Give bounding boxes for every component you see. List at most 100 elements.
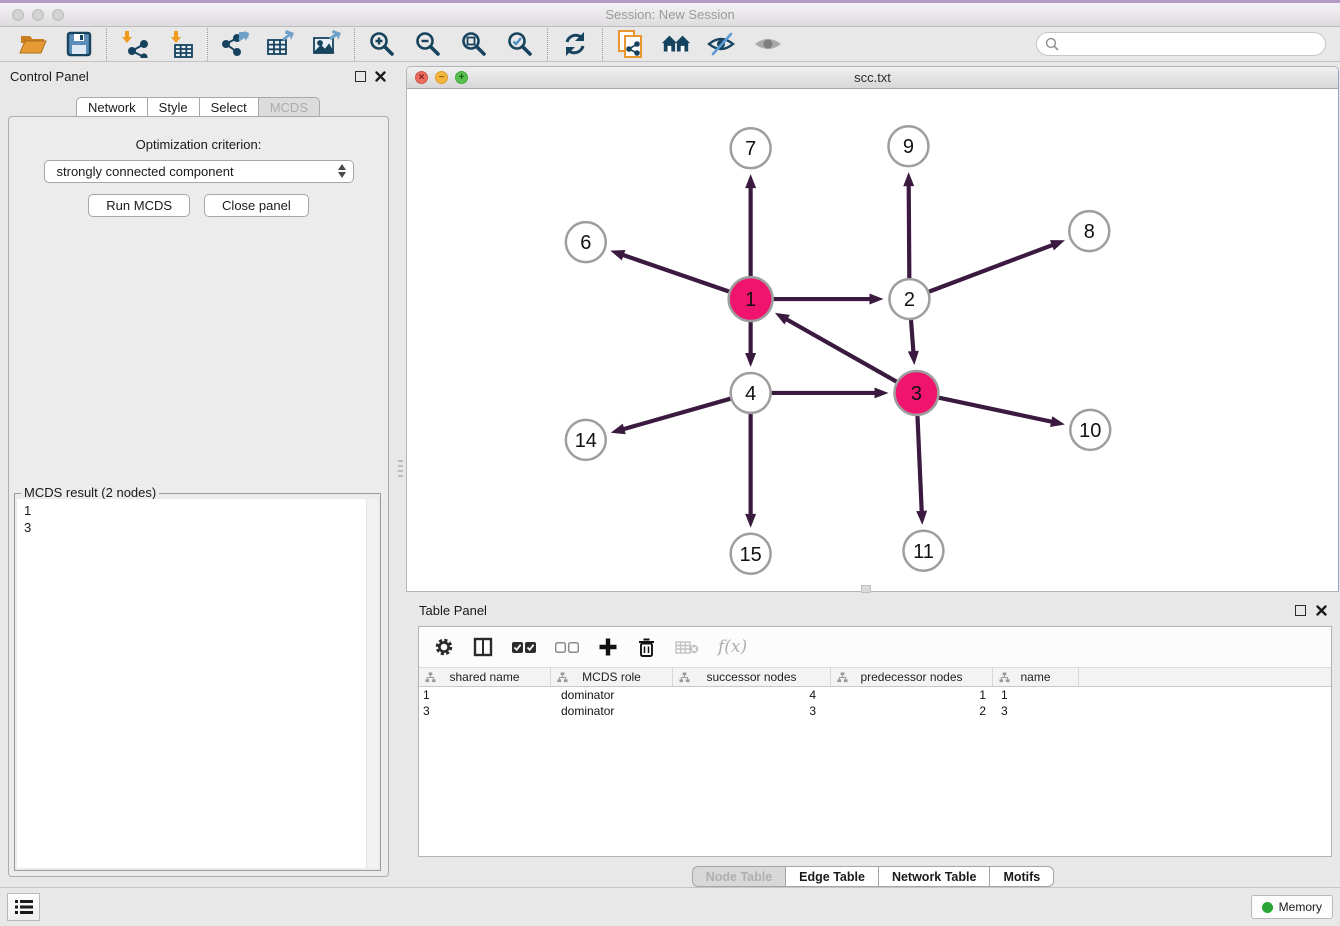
tab-mcds[interactable]: MCDS bbox=[259, 97, 320, 117]
optimization-criterion-value: strongly connected component bbox=[57, 164, 234, 179]
tab-network[interactable]: Network bbox=[76, 97, 148, 117]
result-scrollbar[interactable] bbox=[366, 499, 378, 868]
tab-select[interactable]: Select bbox=[200, 97, 259, 117]
import-network-icon[interactable] bbox=[119, 29, 149, 59]
graph-edge-4-3[interactable] bbox=[772, 387, 889, 398]
column-header-MCDS-role[interactable]: MCDS role bbox=[551, 668, 673, 686]
run-mcds-button[interactable]: Run MCDS bbox=[88, 194, 190, 217]
tab-node-table[interactable]: Node Table bbox=[692, 866, 786, 887]
show-all-eye-icon[interactable] bbox=[753, 29, 783, 59]
graph-edge-1-2[interactable] bbox=[774, 294, 884, 305]
zoom-selected-icon[interactable] bbox=[505, 29, 535, 59]
export-table-icon[interactable] bbox=[266, 29, 296, 59]
table-cell[interactable]: 3 bbox=[419, 704, 551, 718]
close-window-button[interactable] bbox=[12, 9, 24, 21]
graph-node-4[interactable]: 4 bbox=[731, 373, 771, 413]
delete-column-icon[interactable] bbox=[637, 637, 656, 658]
splitter-handle[interactable] bbox=[398, 460, 403, 480]
vertical-splitter[interactable] bbox=[396, 62, 406, 887]
graph-edge-1-7[interactable] bbox=[745, 174, 756, 276]
graph-node-6[interactable]: 6 bbox=[566, 222, 606, 262]
deselect-all-rows-icon[interactable] bbox=[555, 641, 579, 654]
add-column-icon[interactable] bbox=[598, 637, 618, 657]
float-panel-icon[interactable] bbox=[1295, 605, 1306, 616]
svg-text:10: 10 bbox=[1079, 420, 1101, 442]
graph-edge-1-4[interactable] bbox=[745, 322, 756, 367]
table-cell[interactable]: 4 bbox=[673, 688, 831, 702]
graph-node-11[interactable]: 11 bbox=[903, 531, 943, 571]
graph-node-14[interactable]: 14 bbox=[566, 420, 606, 460]
graph-node-10[interactable]: 10 bbox=[1070, 410, 1110, 450]
graph-node-9[interactable]: 9 bbox=[888, 126, 928, 166]
show-columns-icon[interactable] bbox=[473, 637, 493, 657]
graph-edge-3-1[interactable] bbox=[775, 313, 896, 382]
network-close-button[interactable]: × bbox=[415, 71, 428, 84]
memory-button[interactable]: Memory bbox=[1251, 895, 1333, 919]
graph-node-7[interactable]: 7 bbox=[731, 128, 771, 168]
column-header-name[interactable]: name bbox=[993, 668, 1079, 686]
table-row[interactable]: 3dominator323 bbox=[419, 703, 1331, 719]
graph-node-15[interactable]: 15 bbox=[731, 534, 771, 574]
table-cell[interactable]: 1 bbox=[831, 688, 993, 702]
float-panel-icon[interactable] bbox=[355, 71, 366, 82]
close-panel-button[interactable]: Close panel bbox=[204, 194, 309, 217]
graph-node-1[interactable]: 1 bbox=[729, 277, 773, 321]
graph-node-2[interactable]: 2 bbox=[889, 279, 929, 319]
export-image-icon[interactable] bbox=[312, 29, 342, 59]
maximize-window-button[interactable] bbox=[52, 9, 64, 21]
network-minimize-button[interactable]: − bbox=[435, 71, 448, 84]
column-header-successor-nodes[interactable]: successor nodes bbox=[673, 668, 831, 686]
save-session-icon[interactable] bbox=[64, 29, 94, 59]
graph-edge-1-6[interactable] bbox=[610, 250, 729, 292]
horizontal-splitter[interactable] bbox=[406, 592, 1340, 595]
table-cell[interactable]: dominator bbox=[551, 704, 673, 718]
graph-edge-4-15[interactable] bbox=[745, 414, 756, 528]
tab-style[interactable]: Style bbox=[148, 97, 200, 117]
select-all-rows-icon[interactable] bbox=[512, 641, 536, 654]
window-title: Session: New Session bbox=[605, 7, 734, 22]
tab-network-table[interactable]: Network Table bbox=[879, 866, 991, 887]
table-cell[interactable]: 3 bbox=[673, 704, 831, 718]
graph-node-8[interactable]: 8 bbox=[1069, 211, 1109, 251]
close-panel-icon[interactable] bbox=[375, 71, 386, 82]
export-network-icon[interactable] bbox=[220, 29, 250, 59]
column-header-shared-name[interactable]: shared name bbox=[419, 668, 551, 686]
minimize-window-button[interactable] bbox=[32, 9, 44, 21]
task-history-button[interactable] bbox=[7, 893, 40, 921]
graph-edge-3-11[interactable] bbox=[916, 416, 927, 525]
settings-gear-icon[interactable] bbox=[434, 637, 454, 657]
open-session-icon[interactable] bbox=[18, 29, 48, 59]
graph-edge-3-10[interactable] bbox=[939, 398, 1065, 427]
table-cell[interactable]: 1 bbox=[419, 688, 551, 702]
table-cell[interactable]: 3 bbox=[993, 704, 1079, 718]
graph-edge-2-8[interactable] bbox=[929, 240, 1065, 292]
hide-selected-eye-icon[interactable] bbox=[707, 29, 737, 59]
table-cell[interactable]: dominator bbox=[551, 688, 673, 702]
close-panel-icon[interactable] bbox=[1316, 605, 1327, 616]
graph-edge-2-9[interactable] bbox=[903, 172, 914, 278]
refresh-icon[interactable] bbox=[560, 29, 590, 59]
network-maximize-button[interactable]: + bbox=[455, 71, 468, 84]
tab-motifs[interactable]: Motifs bbox=[990, 866, 1054, 887]
zoom-fit-icon[interactable] bbox=[459, 29, 489, 59]
splitter-handle[interactable] bbox=[861, 585, 871, 593]
column-header-predecessor-nodes[interactable]: predecessor nodes bbox=[831, 668, 993, 686]
zoom-out-icon[interactable] bbox=[413, 29, 443, 59]
table-cell[interactable]: 1 bbox=[993, 688, 1079, 702]
graph-edge-2-3[interactable] bbox=[908, 320, 919, 365]
mcds-result-area[interactable]: 1 3 bbox=[17, 499, 378, 868]
search-input[interactable] bbox=[1064, 37, 1317, 52]
tab-edge-table[interactable]: Edge Table bbox=[786, 866, 879, 887]
table-cell[interactable]: 2 bbox=[831, 704, 993, 718]
network-window-titlebar[interactable]: × − + scc.txt bbox=[407, 67, 1338, 89]
home-icon[interactable] bbox=[661, 29, 691, 59]
import-table-icon[interactable] bbox=[165, 29, 195, 59]
column-header-filler bbox=[1079, 668, 1331, 686]
table-row[interactable]: 1dominator411 bbox=[419, 687, 1331, 703]
graph-edge-4-14[interactable] bbox=[611, 399, 731, 435]
graph-node-3[interactable]: 3 bbox=[894, 371, 938, 415]
clone-network-icon[interactable] bbox=[615, 29, 645, 59]
optimization-criterion-select[interactable]: strongly connected component bbox=[44, 160, 354, 183]
zoom-in-icon[interactable] bbox=[367, 29, 397, 59]
network-canvas[interactable]: 7 9 6 8 1 2 4 3 14 10 15 11 bbox=[407, 89, 1338, 591]
